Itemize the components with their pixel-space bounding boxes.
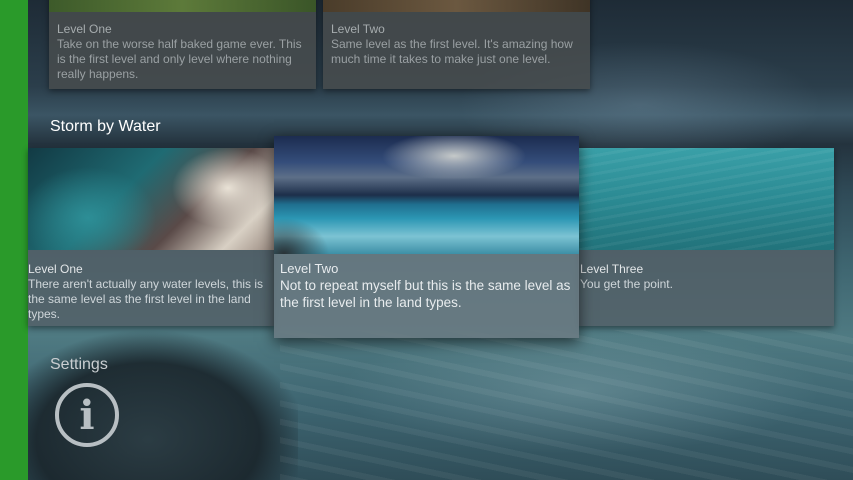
land-level-two-card[interactable]: Level Two Same level as the first level.… [323,0,590,89]
card-image [49,0,316,12]
side-accent-bar [0,0,28,480]
info-glyph: i [79,391,95,439]
card-text: Level One There aren't actually any wate… [28,256,274,322]
card-text: Level Three You get the point. [578,256,834,292]
card-description: Take on the worse half baked game ever. … [57,37,302,81]
image-rock-detail [274,214,329,254]
card-description: There aren't actually any water levels, … [28,277,264,321]
water-level-one-card[interactable]: Level One There aren't actually any wate… [28,148,274,326]
card-title: Level Three [580,262,644,276]
card-title: Level One [57,22,112,36]
info-circle-icon[interactable]: i [55,383,119,447]
section-title-water: Storm by Water [50,118,161,135]
water-level-two-card-focused[interactable]: Level Two Not to repeat myself but this … [274,136,579,338]
card-title: Level Two [280,261,339,276]
card-text: Level One Take on the worse half baked g… [49,16,316,82]
card-image [323,0,590,12]
card-description: Not to repeat myself but this is the sam… [280,278,571,310]
section-title-settings: Settings [50,356,108,373]
card-image [274,136,579,254]
card-description: Same level as the first level. It's amaz… [331,37,573,66]
card-image [28,148,274,250]
card-image [578,148,834,250]
card-title: Level Two [331,22,385,36]
card-text: Level Two Same level as the first level.… [323,16,590,67]
land-level-one-card[interactable]: Level One Take on the worse half baked g… [49,0,316,89]
card-description: You get the point. [580,277,673,291]
card-text: Level Two Not to repeat myself but this … [274,260,579,311]
water-level-three-card[interactable]: Level Three You get the point. [578,148,834,326]
sea-foam-background-detail [280,330,853,480]
card-title: Level One [28,262,83,276]
